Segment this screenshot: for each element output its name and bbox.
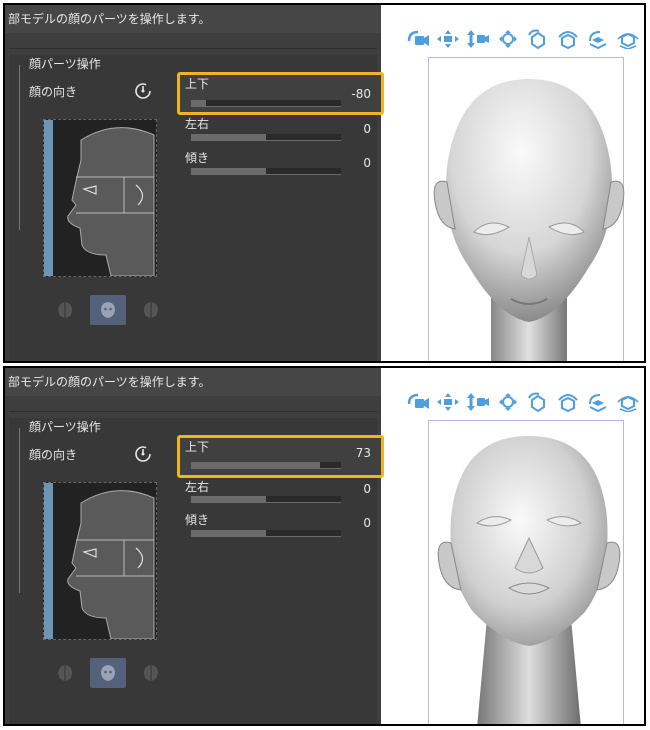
- camera-pan-button[interactable]: [434, 390, 462, 414]
- head-profile-icon: [67, 490, 155, 639]
- face-direction-pad[interactable]: [43, 119, 157, 277]
- 3d-viewport[interactable]: [384, 368, 644, 726]
- slider-value-leftright[interactable]: 0: [363, 482, 371, 496]
- slider-label-tilt: 傾き: [185, 151, 210, 165]
- left-face-icon: [58, 302, 72, 318]
- right-face-button[interactable]: [133, 658, 169, 688]
- panel-description: 部モデルの顔のパーツを操作します。: [5, 5, 381, 33]
- camera-rotate-button[interactable]: [404, 27, 432, 51]
- front-face-button[interactable]: [90, 295, 126, 325]
- camera-toolbar: [404, 390, 642, 414]
- left-face-button[interactable]: [47, 295, 83, 325]
- camera-dolly-icon: [467, 393, 489, 411]
- slider-value-tilt[interactable]: 0: [363, 516, 371, 530]
- slider-label-updown: 上下: [185, 77, 210, 91]
- camera-pan-button[interactable]: [434, 27, 462, 51]
- rotate-z-icon: [589, 394, 607, 412]
- camera-toolbar: [404, 27, 642, 51]
- head-model-image[interactable]: [429, 428, 629, 726]
- section-title: 顔パーツ操作: [29, 420, 101, 434]
- camera-dolly-button[interactable]: [464, 390, 492, 414]
- slider-updown[interactable]: [191, 100, 341, 107]
- slider-label-leftright: 左右: [185, 117, 210, 131]
- slider-label-leftright: 左右: [185, 480, 210, 494]
- slider-value-updown[interactable]: 73: [356, 446, 371, 460]
- section-title: 顔パーツ操作: [29, 57, 101, 71]
- slider-value-updown[interactable]: -80: [351, 87, 371, 101]
- direction-indicator: [44, 120, 53, 276]
- camera-pan-icon: [437, 30, 459, 48]
- screen-after: 部モデルの顔のパーツを操作します。 顔パーツ操作 顔の向き 上下 73 左右 0…: [3, 366, 646, 726]
- 3d-viewport[interactable]: [384, 5, 644, 363]
- camera-dolly-button[interactable]: [464, 27, 492, 51]
- rotate-z-button[interactable]: [584, 27, 612, 51]
- direction-indicator: [44, 483, 53, 639]
- left-face-button[interactable]: [47, 658, 83, 688]
- rotate-z-icon: [589, 31, 607, 49]
- rotate-all-button[interactable]: [614, 390, 642, 414]
- move-button[interactable]: [494, 27, 522, 51]
- slider-leftright[interactable]: [191, 496, 341, 503]
- rotate-all-icon: [617, 32, 639, 49]
- rotate-x-button[interactable]: [524, 390, 552, 414]
- move-icon: [499, 393, 517, 411]
- rotate-y-button[interactable]: [554, 27, 582, 51]
- rotate-x-icon: [528, 392, 545, 412]
- rotate-x-icon: [528, 29, 545, 49]
- camera-rotate-icon: [407, 393, 429, 409]
- slider-tilt[interactable]: [191, 530, 341, 537]
- rotate-y-button[interactable]: [554, 390, 582, 414]
- move-button[interactable]: [494, 390, 522, 414]
- face-parts-panel: 部モデルの顔のパーツを操作します。 顔パーツ操作 顔の向き: [5, 368, 384, 724]
- rotate-x-button[interactable]: [524, 27, 552, 51]
- slider-tilt[interactable]: [191, 168, 341, 175]
- reset-direction-icon[interactable]: [133, 81, 153, 105]
- rotate-y-icon: [558, 394, 578, 412]
- camera-dolly-icon: [467, 30, 489, 48]
- left-face-icon: [58, 665, 72, 681]
- right-face-icon: [144, 665, 158, 681]
- rotate-all-button[interactable]: [614, 27, 642, 51]
- camera-rotate-icon: [407, 30, 429, 46]
- front-face-icon: [101, 302, 115, 318]
- face-parts-panel: 部モデルの顔のパーツを操作します。 顔パーツ操作 顔の向き: [5, 5, 384, 361]
- camera-rotate-button[interactable]: [404, 390, 432, 414]
- rotate-all-icon: [617, 395, 639, 412]
- move-icon: [499, 30, 517, 48]
- rotate-y-icon: [558, 31, 578, 49]
- face-direction-label: 顔の向き: [29, 85, 78, 99]
- front-face-button[interactable]: [90, 658, 126, 688]
- right-face-button[interactable]: [133, 295, 169, 325]
- panel-description: 部モデルの顔のパーツを操作します。: [5, 368, 381, 396]
- screen-before: 部モデルの顔のパーツを操作します。 顔パーツ操作 顔の向き 上下 -80 左右 …: [3, 3, 646, 363]
- right-face-icon: [144, 302, 158, 318]
- slider-value-leftright[interactable]: 0: [363, 122, 371, 136]
- head-profile-icon: [67, 127, 155, 276]
- face-direction-pad[interactable]: [43, 482, 157, 640]
- head-model-image[interactable]: [429, 77, 629, 363]
- slider-updown[interactable]: [191, 462, 341, 469]
- rotate-z-button[interactable]: [584, 390, 612, 414]
- slider-label-tilt: 傾き: [185, 513, 210, 527]
- front-face-icon: [101, 665, 115, 681]
- slider-label-updown: 上下: [185, 440, 210, 454]
- slider-leftright[interactable]: [191, 134, 341, 141]
- reset-direction-icon[interactable]: [133, 444, 153, 468]
- camera-pan-icon: [437, 393, 459, 411]
- face-direction-label: 顔の向き: [29, 448, 78, 462]
- slider-value-tilt[interactable]: 0: [363, 156, 371, 170]
